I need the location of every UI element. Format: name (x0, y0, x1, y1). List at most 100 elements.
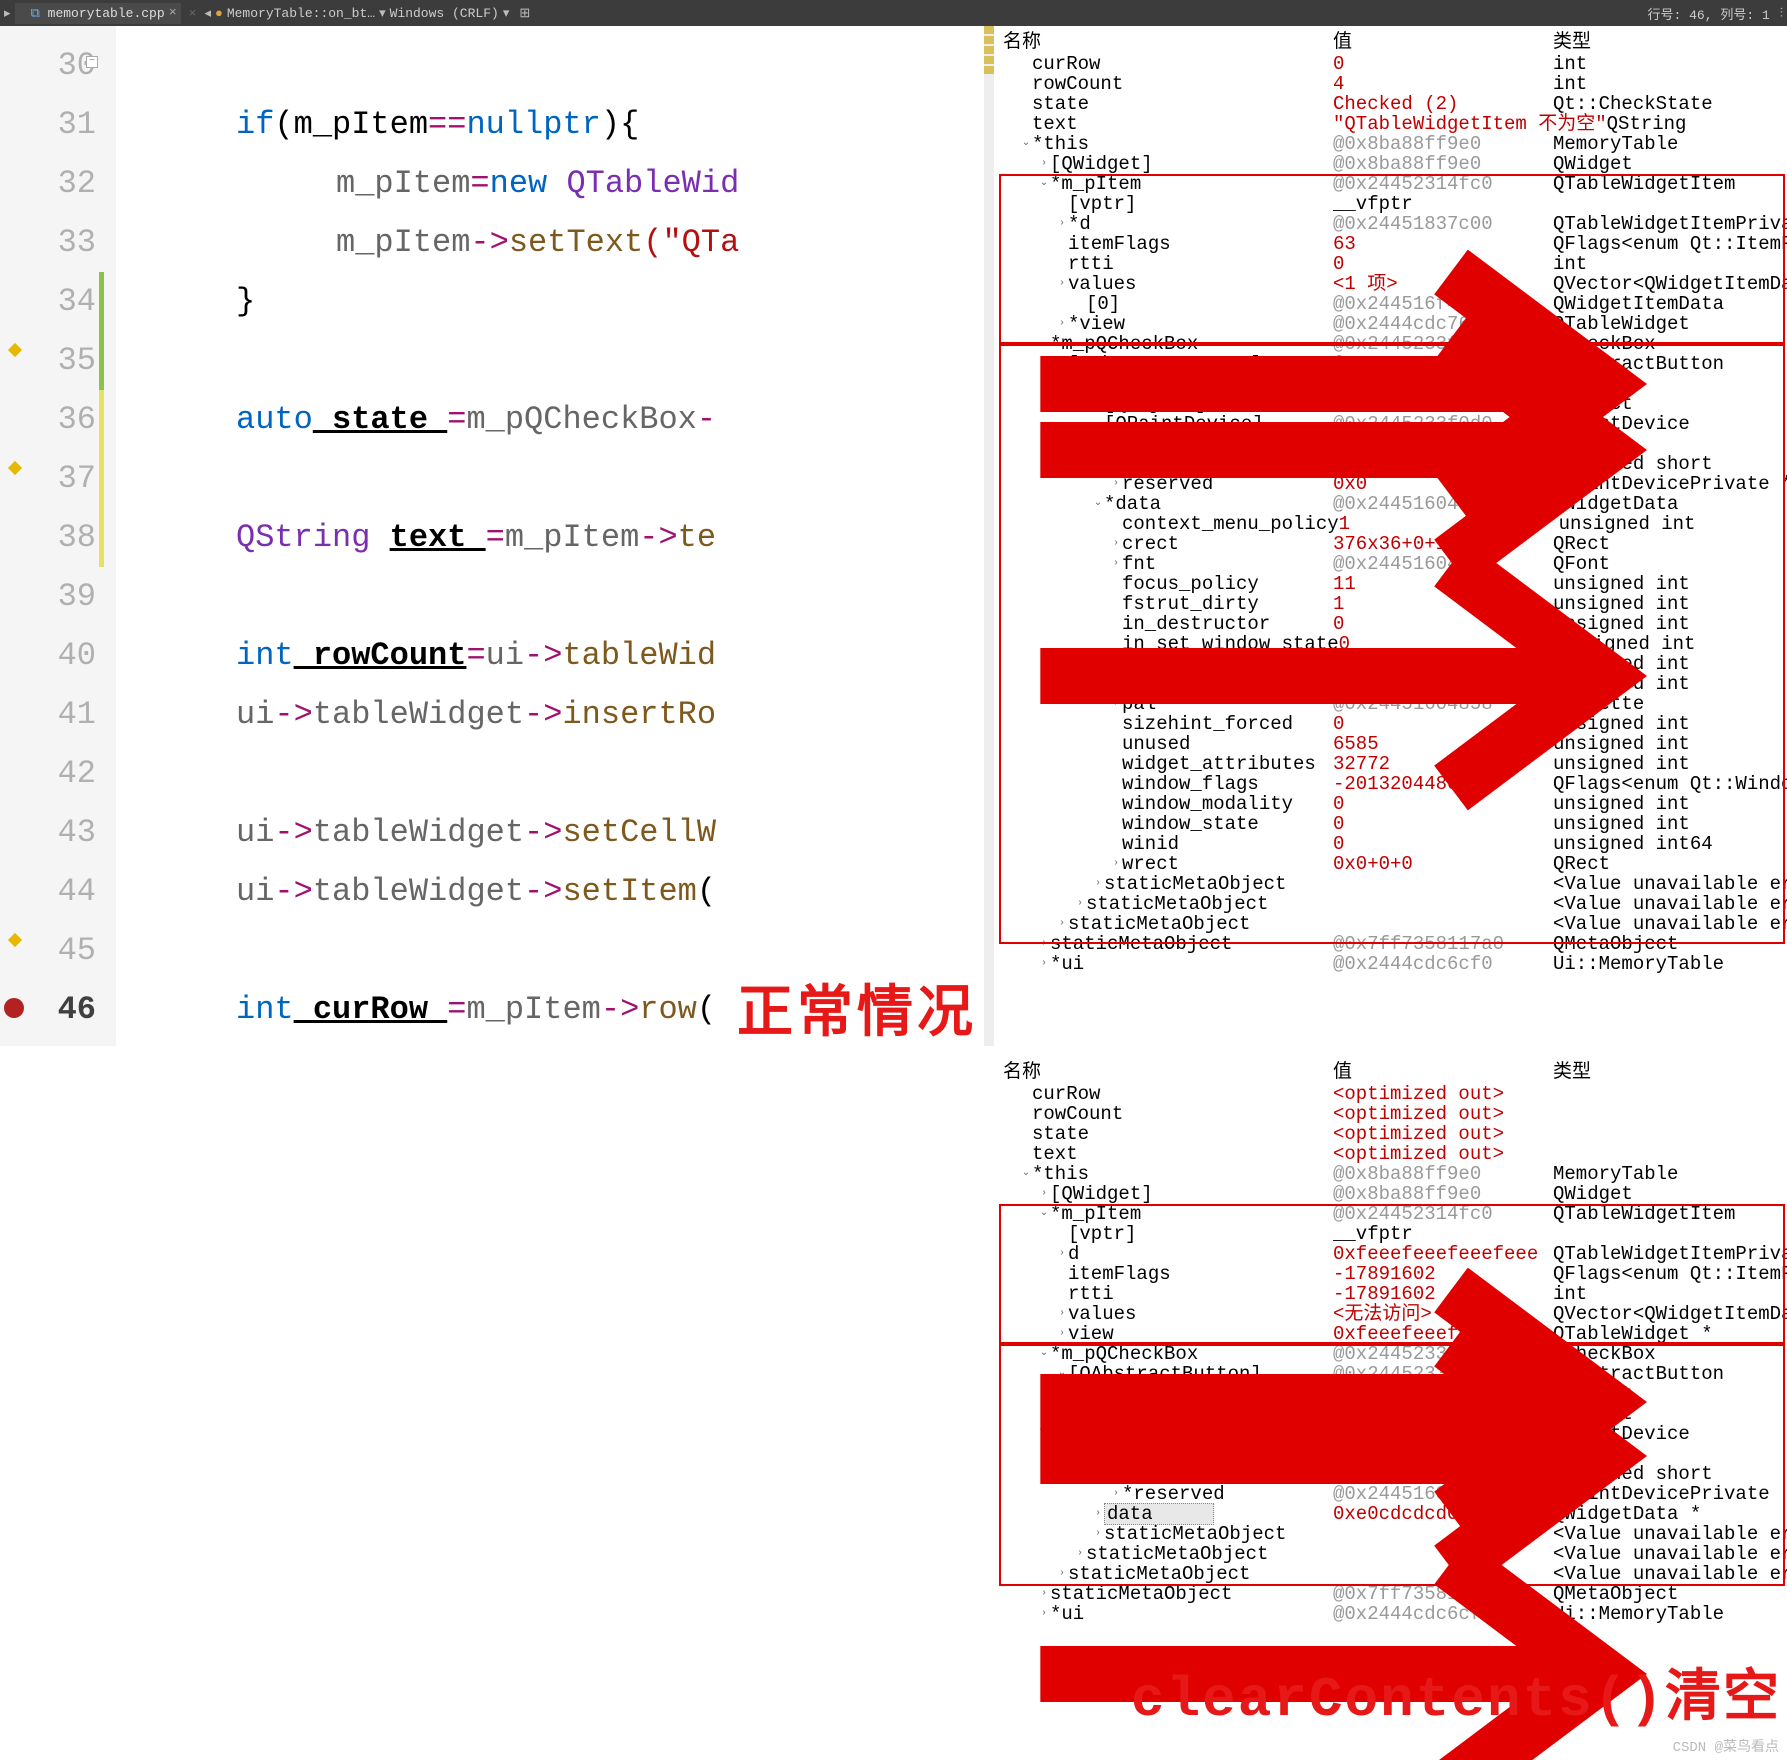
line-number[interactable]: 36 (0, 390, 96, 449)
expand-icon[interactable]: › (1057, 914, 1067, 934)
variable-row[interactable]: ⌄*m_pItem@0x24452314fc0QTableWidgetItem (997, 174, 1787, 194)
variable-row[interactable]: ⌄*this@0x8ba88ff9e0MemoryTable (997, 134, 1787, 154)
col-type[interactable]: 类型 (1553, 1062, 1781, 1082)
line-number[interactable]: 46 (0, 980, 96, 1039)
line-number[interactable]: 37 (0, 449, 96, 508)
line-number[interactable]: 40 (0, 626, 96, 685)
breadcrumb-function[interactable]: MemoryTable::on_bt… (227, 6, 375, 21)
variable-value: <optimized out> (1333, 1124, 1553, 1144)
line-number[interactable]: 39 (0, 567, 96, 626)
line-number[interactable]: 42 (0, 744, 96, 803)
variable-value: Checked (2) (1333, 94, 1553, 114)
code-token: = (470, 165, 489, 202)
variable-name: curRow (1032, 54, 1100, 74)
dropdown-icon[interactable]: ▾ (503, 6, 510, 21)
variable-row[interactable]: ⌄*this@0x8ba88ff9e0MemoryTable (997, 1164, 1787, 1184)
code-token: tableWidget (313, 873, 524, 910)
variable-name: [QWidget] (1050, 1184, 1153, 1204)
line-number[interactable]: 34 (0, 272, 96, 331)
variable-type: <Value unavailable error> (1553, 914, 1787, 934)
line-ending[interactable]: Windows (CRLF) (390, 6, 499, 21)
variable-name: staticMetaObject (1068, 914, 1250, 934)
variable-row[interactable]: rowCount4int (997, 74, 1787, 94)
col-type[interactable]: 类型 (1553, 32, 1781, 52)
variable-name: staticMetaObject (1050, 934, 1232, 954)
line-number[interactable]: 32 (0, 154, 96, 213)
variable-value: @0x8ba88ff9e0 (1333, 134, 1553, 154)
expand-icon[interactable]: › (1039, 154, 1049, 174)
code-token: -> (470, 224, 508, 261)
code-token: -> (639, 519, 677, 556)
line-number[interactable]: 35 (0, 331, 96, 390)
col-value[interactable]: 值 (1333, 32, 1553, 52)
variable-type: Qt::CheckState (1553, 94, 1781, 114)
variable-row[interactable]: curRow<optimized out> (997, 1084, 1787, 1104)
expand-icon[interactable]: › (1111, 854, 1121, 874)
minimap[interactable] (984, 26, 994, 1046)
dropdown-icon[interactable]: ▾ (379, 6, 386, 21)
variable-row[interactable]: ›*ui@0x2444cdc6cf0Ui::MemoryTable (997, 954, 1787, 974)
variable-row[interactable]: ›staticMetaObject <Value unavailable erro… (997, 914, 1787, 934)
variable-row[interactable]: ›staticMetaObject@0x7ff7358117a0QMetaObj… (997, 934, 1787, 954)
variable-name: [QWidget] (1050, 154, 1153, 174)
annotation-caption: 正常情况 (737, 987, 977, 1046)
variable-value: 0x0+0+0 (1333, 854, 1553, 874)
col-name[interactable]: 名称 (1003, 1062, 1333, 1082)
expand-icon[interactable]: › (1093, 874, 1103, 894)
breakpoint-icon[interactable] (4, 998, 24, 1018)
line-number[interactable]: 43 (0, 803, 96, 862)
expand-icon[interactable]: › (1039, 934, 1049, 954)
code-token: m_pItem (336, 224, 470, 261)
menu-icon[interactable]: ⫶ (1780, 6, 1783, 21)
code-editor[interactable]: if(m_pItem==nullptr){ m_pItem=new QTable… (116, 26, 997, 1046)
variable-row[interactable]: ›[QWidget]@0x8ba88ff9e0QWidget (997, 154, 1787, 174)
variable-row[interactable]: ›staticMetaObject<Value unavailable erro… (997, 874, 1787, 894)
line-number[interactable]: 33 (0, 213, 96, 272)
file-tab[interactable]: ⧉ memorytable.cpp (15, 3, 181, 24)
line-number[interactable]: 41 (0, 685, 96, 744)
[interactable]: 名称 (1003, 32, 1333, 52)
variable-value: 4 (1333, 74, 1553, 94)
line-number[interactable]: 38 (0, 508, 96, 567)
variable-row[interactable]: [vptr] __vfptr (997, 194, 1787, 214)
variable-row[interactable]: state <optimized out> (997, 1124, 1787, 1144)
variable-value: __vfptr (1333, 194, 1553, 214)
line-number[interactable]: 45 (0, 921, 96, 980)
variable-value: <optimized out> (1333, 1144, 1553, 1164)
expand-icon[interactable]: › (1039, 1184, 1049, 1204)
bottom-area: 名称 值 类型 curRow<optimized out>rowCount<op… (0, 1056, 1787, 1746)
line-number[interactable]: 31 (0, 95, 96, 154)
expand-icon[interactable]: › (1075, 894, 1085, 914)
fold-icon[interactable]: − (86, 56, 98, 68)
variable-row[interactable]: ›staticMetaObject<Value unavailable erro… (997, 894, 1787, 914)
expand-icon[interactable]: ⌄ (1039, 174, 1049, 194)
separator-icon: × (189, 6, 197, 21)
variable-row[interactable]: ›wrect0x0+0+0QRect (997, 854, 1787, 874)
col-value[interactable]: 值 (1333, 1062, 1553, 1082)
variable-row[interactable]: ›[QWidget]@0x8ba88ff9e0QWidget (997, 1184, 1787, 1204)
expand-icon[interactable]: ⌄ (1021, 134, 1031, 154)
variable-value: <optimized out> (1333, 1104, 1553, 1124)
line-number[interactable]: 44 (0, 862, 96, 921)
expand-icon[interactable]: › (1039, 954, 1049, 974)
code-token: -> (601, 991, 639, 1028)
code-token: te (678, 519, 716, 556)
variable-name: *m_pItem (1050, 174, 1141, 194)
code-token: int (236, 637, 294, 674)
code-token: } (236, 283, 255, 320)
line-number[interactable]: 30− (0, 36, 96, 95)
variable-name: state (1032, 1124, 1089, 1144)
variable-row[interactable]: rowCount<optimized out> (997, 1104, 1787, 1124)
variable-row[interactable]: text"QTableWidgetItem 不为空"QString (997, 114, 1787, 134)
expand-icon[interactable]: ⌄ (1021, 1164, 1031, 1184)
back-icon[interactable]: ◂ (204, 6, 211, 21)
variable-row[interactable]: curRow0int (997, 54, 1787, 74)
code-token: -> (524, 696, 562, 733)
variable-row[interactable]: ⌄*m_pItem@0x24452314fc0QTableWidgetItem (997, 1204, 1787, 1224)
variable-row[interactable]: stateChecked (2)Qt::CheckState (997, 94, 1787, 114)
code-token: text (390, 519, 486, 556)
expand-icon[interactable]: ⌄ (1039, 1204, 1049, 1224)
variable-row[interactable]: text<optimized out> (997, 1144, 1787, 1164)
split-icon[interactable]: ⊞ (519, 6, 530, 21)
variable-name: [vptr] (1068, 194, 1136, 214)
